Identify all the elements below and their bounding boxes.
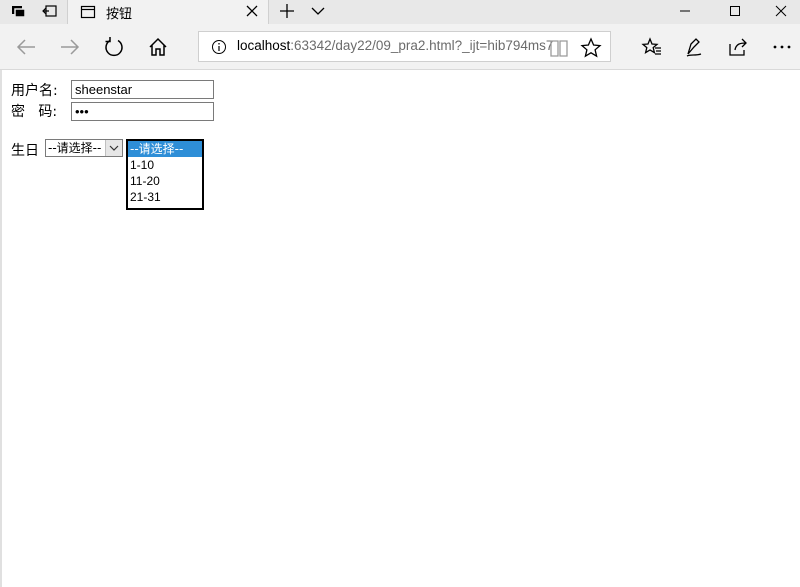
listbox-option[interactable]: --请选择-- [128, 141, 202, 157]
address-host: localhost [237, 38, 291, 53]
listbox-option[interactable]: 21-31 [128, 189, 202, 205]
birthday-label: 生日 [11, 143, 39, 159]
back-icon[interactable] [12, 33, 40, 61]
tab-actions-icon[interactable] [6, 0, 30, 22]
tab-preview-icon[interactable] [306, 0, 330, 22]
tab-strip: 按钮 [0, 0, 800, 24]
home-icon[interactable] [144, 33, 172, 61]
page-content: 用户名: 密 码: 生日 --请选择-- --请选择-- 1-10 11-20 … [0, 71, 800, 587]
tab-active[interactable]: 按钮 [67, 0, 269, 24]
web-note-icon[interactable] [680, 33, 708, 61]
username-input[interactable] [71, 80, 214, 99]
left-window-edge [0, 70, 2, 587]
birthday-listbox[interactable]: --请选择-- 1-10 11-20 21-31 [126, 139, 204, 210]
tab-title: 按钮 [106, 7, 133, 22]
listbox-option[interactable]: 11-20 [128, 173, 202, 189]
refresh-icon[interactable] [100, 33, 128, 61]
listbox-option[interactable]: 1-10 [128, 157, 202, 173]
birthday-select-dropdown[interactable]: --请选择-- [45, 139, 123, 157]
password-input[interactable] [71, 102, 214, 121]
window-close-icon[interactable] [758, 0, 800, 22]
share-icon[interactable] [724, 33, 752, 61]
chevron-down-icon[interactable] [105, 140, 122, 156]
favorite-star-icon[interactable] [577, 34, 605, 62]
birthday-select-value: --请选择-- [48, 141, 102, 155]
reading-view-icon[interactable] [545, 34, 573, 62]
site-info-icon[interactable] [211, 39, 227, 59]
forward-icon[interactable] [56, 33, 84, 61]
new-tab-icon[interactable] [275, 0, 299, 22]
more-icon[interactable] [768, 33, 796, 61]
address-path: :63342/day22/09_pra2.html?_ijt=hib794ms7 [290, 38, 554, 53]
browser-toolbar: localhost:63342/day22/09_pra2.html?_ijt=… [0, 24, 800, 70]
username-label: 用户名: [11, 83, 58, 99]
minimize-icon[interactable] [662, 0, 708, 22]
set-aside-tabs-icon[interactable] [38, 0, 62, 22]
favorites-hub-icon[interactable] [638, 33, 666, 61]
address-text[interactable]: localhost:63342/day22/09_pra2.html?_ijt=… [237, 38, 553, 53]
tab-close-icon[interactable] [244, 3, 260, 19]
password-label: 密 码: [11, 104, 58, 120]
maximize-icon[interactable] [712, 0, 758, 22]
tab-page-icon [80, 4, 96, 24]
